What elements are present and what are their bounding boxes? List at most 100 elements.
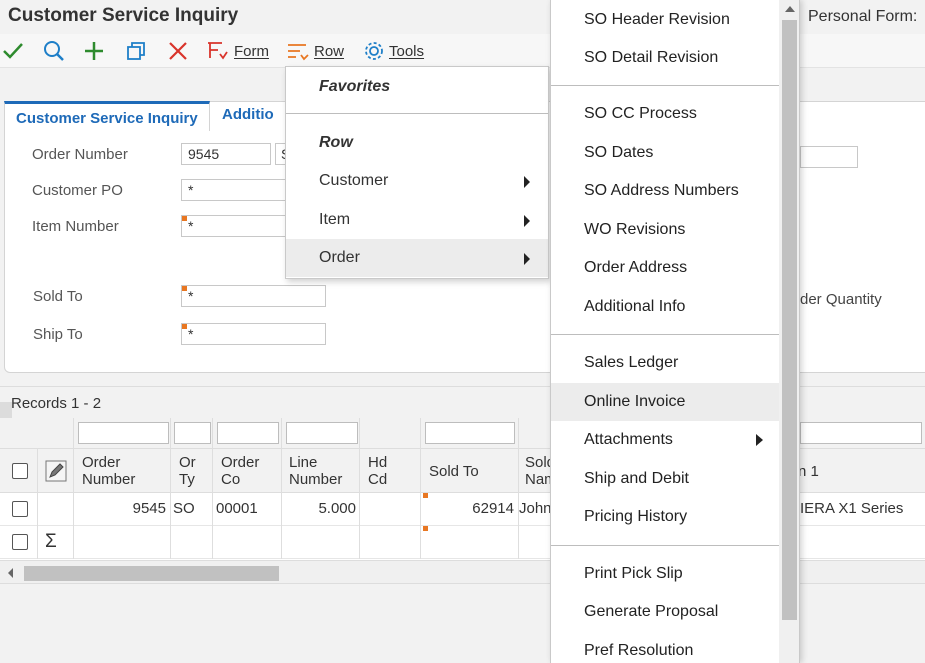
records-count: Records 1 - 2 [11, 395, 102, 412]
menu-separator [286, 113, 548, 114]
menu-item-customer[interactable]: Customer [286, 162, 548, 200]
ok-button[interactable] [2, 40, 24, 62]
menu-item-so-detail-revision[interactable]: SO Detail Revision [551, 39, 779, 77]
col-order-number[interactable]: Order Number [82, 454, 135, 488]
col-header-line: Number [82, 471, 136, 488]
col-order-co[interactable]: Order Co [221, 454, 259, 488]
cell-sold-to: 62914 [472, 500, 514, 517]
filter-description[interactable] [800, 422, 922, 444]
grid-divider [359, 418, 360, 559]
item-number-field[interactable]: * [181, 215, 287, 237]
menu-item-additional-info[interactable]: Additional Info [551, 288, 779, 326]
menu-item-wo-revisions[interactable]: WO Revisions [551, 211, 779, 249]
order-number-field[interactable]: 9545 [181, 143, 271, 165]
col-header-line: Number [289, 471, 343, 488]
menu-scroll-thumb[interactable] [782, 20, 797, 620]
select-all-checkbox[interactable] [12, 463, 28, 479]
menu-item-item[interactable]: Item [286, 201, 548, 239]
col-description[interactable]: n 1 [798, 463, 819, 480]
col-header-line: Hd [368, 454, 388, 471]
col-header-line: Order [221, 454, 260, 471]
menu-item-online-invoice[interactable]: Online Invoice [551, 383, 779, 421]
personal-form-label[interactable]: Personal Form: [808, 8, 917, 26]
col-header-line: Sold To [429, 463, 479, 480]
sold-to-label: Sold To [33, 288, 83, 305]
cell-line-number: 5.000 [318, 500, 356, 517]
menu-item-so-header-revision[interactable]: SO Header Revision [551, 1, 779, 39]
ship-to-label: Ship To [33, 326, 83, 343]
menu-vertical-scrollbar[interactable] [779, 0, 799, 663]
form-menu-button[interactable]: Form [206, 40, 269, 62]
col-or-ty[interactable]: Or Ty [179, 454, 196, 488]
scroll-up-icon[interactable] [785, 6, 795, 12]
filter-sold-to[interactable] [425, 422, 515, 444]
partial-field[interactable] [800, 146, 858, 168]
tools-menu-button[interactable]: Tools [363, 40, 424, 62]
required-marker [182, 216, 187, 221]
menu-item-label: Order [319, 249, 360, 266]
menu-item-so-address-numbers[interactable]: SO Address Numbers [551, 172, 779, 210]
menu-item-sales-ledger[interactable]: Sales Ledger [551, 344, 779, 382]
search-icon [44, 41, 64, 61]
col-header-line: Line [289, 454, 318, 471]
filter-order-number[interactable] [78, 422, 169, 444]
sold-to-field[interactable]: * [181, 285, 326, 307]
col-header-line: Ty [179, 471, 195, 488]
tab-customer-service-inquiry[interactable]: Customer Service Inquiry [4, 101, 210, 131]
col-sold-to[interactable]: Sold To [429, 463, 479, 480]
menu-item-ship-and-debit[interactable]: Ship and Debit [551, 460, 779, 498]
copy-icon [127, 42, 145, 60]
tab-additional[interactable]: Additio [222, 106, 274, 123]
row-checkbox[interactable] [12, 501, 28, 517]
ship-to-field[interactable]: * [181, 323, 326, 345]
find-button[interactable] [43, 40, 65, 62]
filter-order-co[interactable] [217, 422, 279, 444]
filter-line-number[interactable] [286, 422, 358, 444]
delete-button[interactable] [167, 40, 189, 62]
scroll-left-icon[interactable] [8, 568, 13, 578]
menu-item-generate-proposal[interactable]: Generate Proposal [551, 593, 779, 631]
col-hd-cd[interactable]: Hd Cd [368, 454, 387, 488]
order-submenu: SO Header Revision SO Detail Revision SO… [550, 0, 800, 663]
menu-item-label: Attachments [584, 431, 673, 448]
menu-item-pricing-history[interactable]: Pricing History [551, 498, 779, 536]
check-icon [3, 43, 23, 59]
sigma-icon: Σ [45, 531, 57, 552]
submenu-arrow-icon [524, 253, 530, 265]
filter-or-ty[interactable] [174, 422, 211, 444]
col-line-number[interactable]: Line Number [289, 454, 342, 488]
order-number-label: Order Number [32, 146, 128, 163]
menu-item-so-cc-process[interactable]: SO CC Process [551, 95, 779, 133]
menu-separator [551, 545, 779, 546]
page-title: Customer Service Inquiry [8, 5, 239, 26]
required-marker [423, 493, 428, 498]
customer-po-label: Customer PO [32, 182, 123, 199]
required-marker [182, 286, 187, 291]
delete-icon [169, 42, 187, 60]
col-header-line: Cd [368, 471, 388, 488]
cell-order-co: 00001 [216, 500, 258, 517]
row-menu: Favorites Row Customer Item Order [285, 66, 549, 279]
menu-item-print-pick-slip[interactable]: Print Pick Slip [551, 555, 779, 593]
menu-item-attachments[interactable]: Attachments [551, 421, 779, 459]
add-button[interactable] [83, 40, 105, 62]
menu-item-order[interactable]: Order [286, 239, 548, 277]
customer-po-field[interactable]: * [181, 179, 287, 201]
grid-divider [73, 418, 74, 559]
cell-description: IERA X1 Series [800, 500, 904, 517]
edit-grid-icon[interactable] [45, 460, 67, 486]
horizontal-scroll-thumb[interactable] [24, 566, 279, 581]
menu-item-pref-resolution[interactable]: Pref Resolution [551, 632, 779, 663]
menu-item-label: Customer [319, 172, 389, 189]
col-header-line: n 1 [798, 463, 819, 480]
row-menu-button[interactable]: Row [286, 40, 344, 62]
menu-separator [551, 85, 779, 86]
menu-item-order-address[interactable]: Order Address [551, 249, 779, 287]
menu-item-so-dates[interactable]: SO Dates [551, 134, 779, 172]
tools-gear-icon [365, 42, 383, 60]
grid-divider [518, 418, 519, 559]
total-row-checkbox[interactable] [12, 534, 28, 550]
add-icon [85, 42, 103, 60]
cell-sold-name: John [519, 500, 552, 517]
copy-button[interactable] [125, 40, 147, 62]
